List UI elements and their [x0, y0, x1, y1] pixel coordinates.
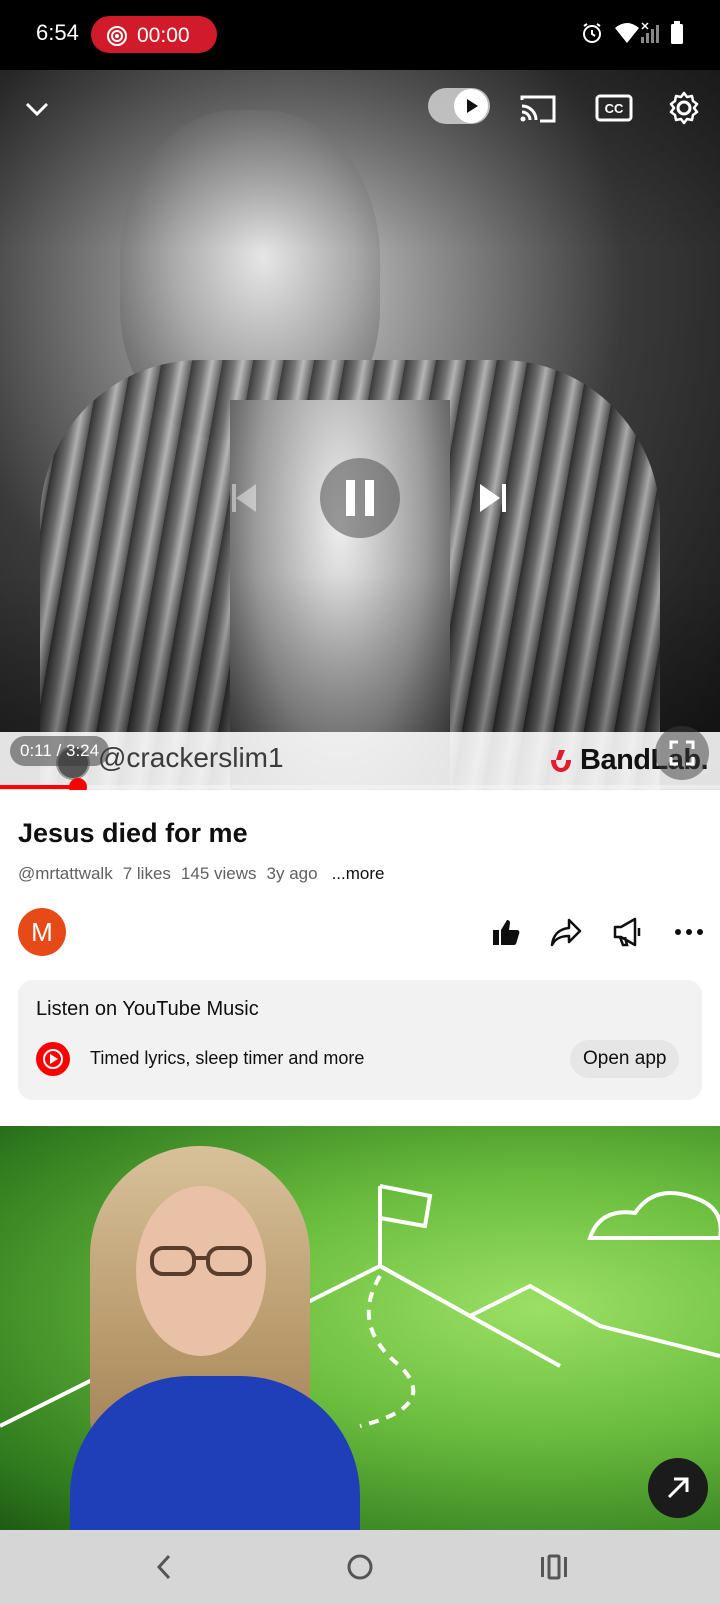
video-title[interactable]: Jesus died for me	[18, 818, 248, 849]
progress-track[interactable]	[0, 785, 720, 789]
promote-icon	[613, 917, 641, 947]
video-watermark: @crackerslim1 BandLab.	[0, 732, 720, 790]
settings-icon[interactable]	[666, 90, 702, 126]
play-icon	[467, 99, 478, 113]
status-bar: 6:54 00:00	[0, 0, 720, 70]
arrow-up-right-icon	[667, 1477, 689, 1499]
autoplay-toggle[interactable]	[428, 88, 490, 124]
signal-icon	[641, 22, 659, 43]
video-player[interactable]: CC	[0, 70, 720, 790]
like-icon	[493, 920, 520, 945]
svg-text:CC: CC	[605, 101, 624, 116]
wifi-icon	[615, 23, 639, 43]
screen-record-pill[interactable]: 00:00	[91, 16, 217, 53]
open-app-button[interactable]: Open app	[570, 1040, 680, 1078]
share-icon	[550, 918, 582, 947]
upload-age: 3y ago	[266, 864, 318, 883]
fullscreen-button[interactable]	[655, 726, 709, 780]
pause-icon	[346, 480, 374, 516]
previous-button[interactable]	[216, 468, 276, 528]
cast-icon[interactable]	[518, 92, 558, 124]
recording-time: 00:00	[137, 24, 190, 47]
next-icon	[480, 484, 506, 512]
open-external-button[interactable]	[648, 1458, 708, 1518]
more-options-icon	[675, 929, 703, 935]
back-icon	[156, 1554, 171, 1580]
like-count: 7 likes	[122, 864, 171, 883]
screen-record-icon	[107, 26, 127, 46]
home-button[interactable]	[330, 1540, 390, 1594]
next-button[interactable]	[462, 468, 522, 528]
progress-fill	[0, 785, 78, 789]
recents-button[interactable]	[524, 1540, 584, 1594]
like-button[interactable]	[486, 912, 526, 952]
time-display: 0:11 / 3:24	[10, 736, 110, 766]
back-button[interactable]	[134, 1540, 194, 1594]
promote-button[interactable]	[608, 912, 648, 952]
yt-music-card-subtitle: Timed lyrics, sleep timer and more	[90, 1048, 365, 1068]
yt-music-card-title: Listen on YouTube Music	[36, 998, 259, 1020]
bandlab-logo-icon	[551, 750, 571, 772]
view-count: 145 views	[180, 864, 257, 883]
youtube-music-icon	[36, 1042, 70, 1076]
status-time: 6:54	[36, 20, 79, 45]
share-button[interactable]	[546, 912, 586, 952]
video-info-sheet: Jesus died for me @mrtattwalk 7 likes 14…	[0, 790, 720, 1126]
more-options-button[interactable]	[669, 912, 709, 952]
collapse-icon[interactable]	[22, 94, 52, 124]
watermark-handle: @crackerslim1	[98, 742, 284, 773]
pause-button[interactable]	[320, 458, 400, 538]
captions-icon[interactable]: CC	[594, 92, 634, 124]
home-icon	[347, 1554, 373, 1580]
channel-handle[interactable]: @mrtattwalk	[18, 864, 113, 884]
presenter-glasses	[150, 1246, 252, 1276]
promoted-video-thumbnail[interactable]	[0, 1126, 720, 1530]
fullscreen-icon	[669, 740, 695, 766]
video-meta[interactable]: @mrtattwalk 7 likes 145 views 3y ago ...…	[18, 864, 384, 884]
channel-avatar[interactable]: M	[18, 908, 66, 956]
alarm-icon	[583, 23, 601, 43]
recents-icon	[541, 1554, 567, 1580]
system-nav-bar	[0, 1530, 720, 1604]
youtube-music-card[interactable]: Listen on YouTube Music Timed lyrics, sl…	[18, 980, 702, 1100]
previous-icon	[232, 484, 256, 512]
autoplay-knob	[454, 89, 488, 123]
more-link[interactable]: ...more	[332, 864, 385, 884]
battery-icon	[671, 21, 683, 44]
